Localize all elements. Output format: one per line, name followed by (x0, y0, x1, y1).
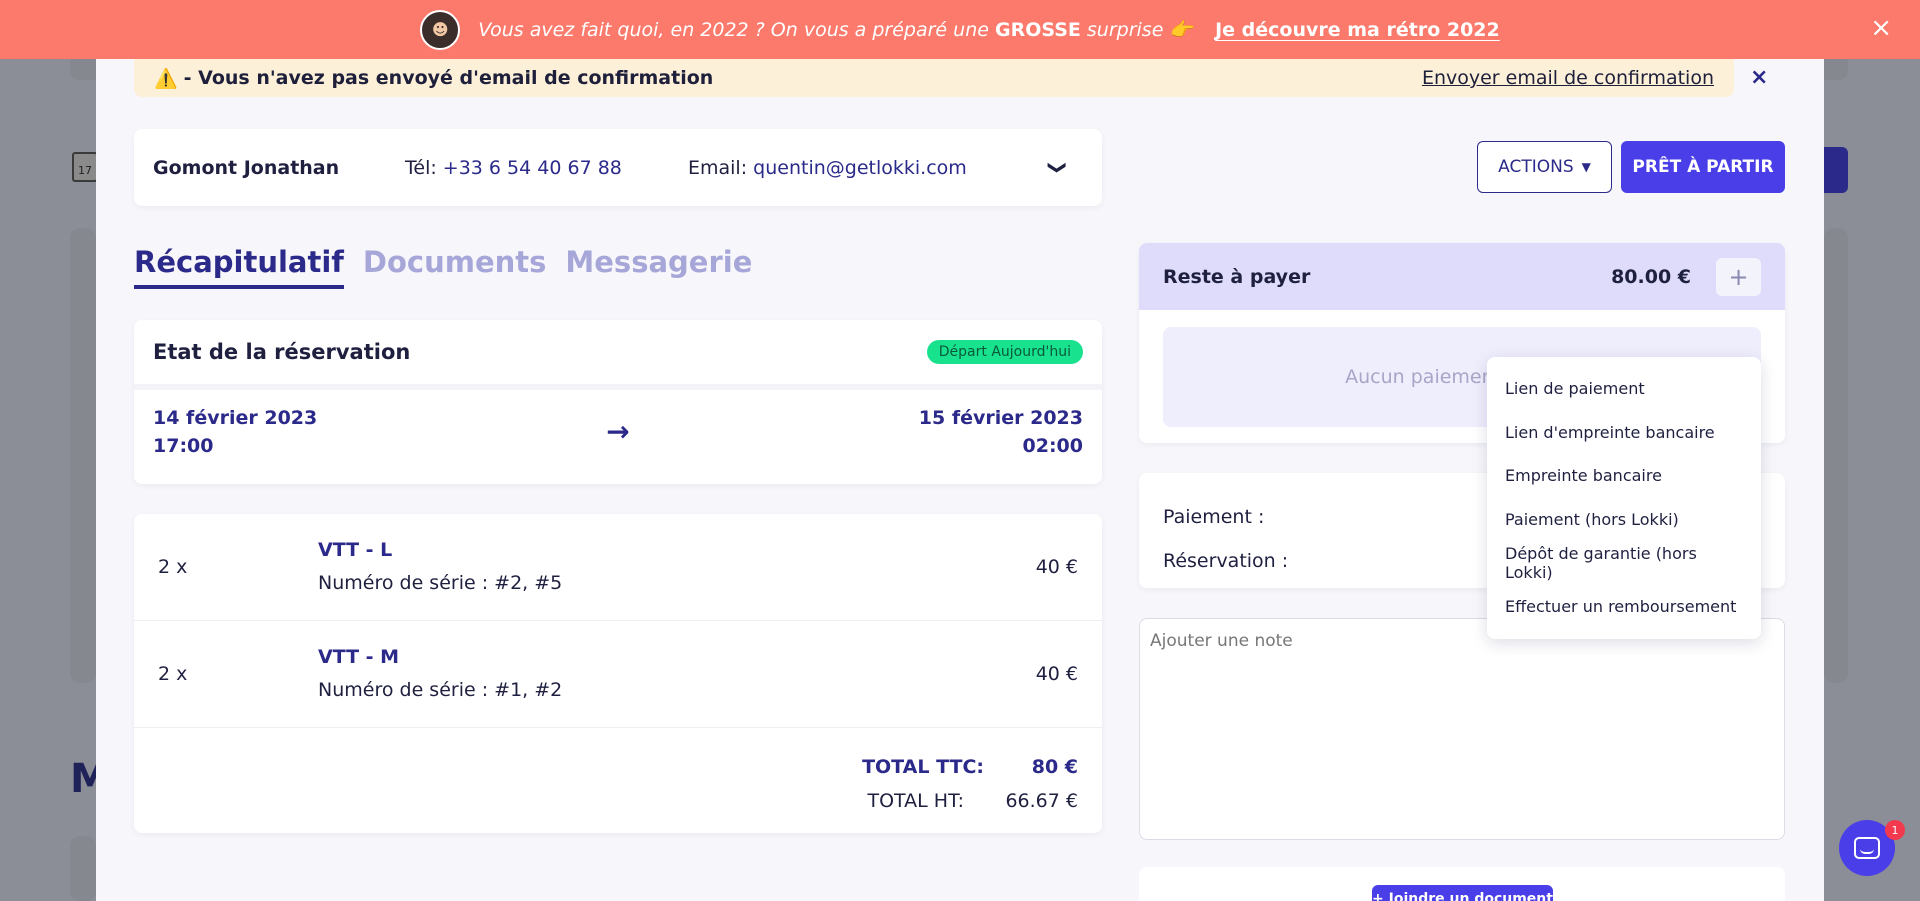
tab-documents[interactable]: Documents (363, 245, 547, 289)
item-price: 40 € (1035, 556, 1078, 578)
item-name: VTT - M (318, 646, 400, 668)
tab-messagerie[interactable]: Messagerie (565, 245, 752, 289)
totals: TOTAL TTC: 80 € TOTAL HT: 66.67 € (134, 728, 1102, 818)
chat-icon (1854, 837, 1880, 859)
client-phone: Tél: +33 6 54 40 67 88 (405, 157, 688, 179)
reservation-modal: ⚠️ - Vous n'avez pas envoyé d'email de c… (96, 59, 1824, 901)
status-badge: Départ Aujourd'hui (926, 340, 1083, 364)
email-label: Email: (688, 156, 754, 179)
calendar-icon: 17 (72, 152, 98, 182)
reservation-state-card: Etat de la réservation Départ Aujourd'hu… (134, 320, 1102, 484)
remaining-amount: 80.00 € (1611, 265, 1691, 288)
actions-label: ACTIONS (1498, 157, 1574, 177)
banner-message: Vous avez fait quoi, en 2022 ? On vous a… (478, 18, 1193, 41)
ready-to-go-button[interactable]: PRÊT À PARTIR (1621, 141, 1785, 193)
item-price: 40 € (1035, 663, 1078, 685)
total-ttc-row: TOTAL TTC: 80 € (134, 750, 1078, 784)
payment-header: Reste à payer 80.00 € (1139, 243, 1785, 310)
item-row: 2 x VTT - L Numéro de série : #2, #5 40 … (134, 514, 1102, 621)
add-payment-button[interactable]: + (1716, 258, 1761, 296)
phone-label: Tél: (405, 156, 443, 179)
tab-bar: Récapitulatif Documents Messagerie (134, 245, 752, 289)
menu-item-card-imprint[interactable]: Empreinte bancaire (1487, 454, 1761, 498)
reservation-state-title: Etat de la réservation (153, 340, 411, 364)
confirmation-warning: ⚠️ - Vous n'avez pas envoyé d'email de c… (134, 59, 1734, 97)
reservation-state-header: Etat de la réservation Départ Aujourd'hu… (134, 320, 1102, 390)
start-date: 14 février 2023 (153, 407, 318, 429)
item-qty: 2 x (158, 556, 188, 578)
total-ttc-value: 80 € (1031, 756, 1078, 778)
warning-icon: ⚠️ (154, 67, 178, 90)
close-icon[interactable]: × (1750, 59, 1768, 97)
total-ttc-label: TOTAL TTC: (862, 756, 984, 778)
arrow-right-icon: → (606, 415, 630, 448)
start-datetime: 14 février 2023 17:00 (153, 404, 463, 460)
actions-button[interactable]: ACTIONS ▼ (1477, 141, 1612, 193)
item-serial: Numéro de série : #1, #2 (318, 679, 563, 701)
background-panel (70, 836, 96, 901)
total-ht-label: TOTAL HT: (867, 790, 964, 812)
client-info-bar: Gomont Jonathan Tél: +33 6 54 40 67 88 E… (134, 129, 1102, 206)
chevron-down-icon[interactable]: ❯ (1047, 160, 1068, 175)
end-time: 02:00 (1022, 435, 1083, 457)
background-panel (1824, 228, 1848, 683)
menu-item-offline-payment[interactable]: Paiement (hors Lokki) (1487, 498, 1761, 542)
end-datetime: 15 février 2023 02:00 (773, 404, 1083, 460)
client-email: Email: quentin@getlokki.com (688, 157, 1048, 179)
notification-badge: 1 (1885, 820, 1905, 840)
remaining-label: Reste à payer (1163, 265, 1311, 288)
end-date: 15 février 2023 (918, 407, 1083, 429)
total-ht-value: 66.67 € (1005, 790, 1078, 812)
send-confirmation-link[interactable]: Envoyer email de confirmation (1422, 67, 1714, 89)
item-qty: 2 x (158, 663, 188, 685)
menu-item-card-imprint-link[interactable]: Lien d'empreinte bancaire (1487, 411, 1761, 455)
payment-actions-dropdown: Lien de paiement Lien d'empreinte bancai… (1487, 357, 1761, 639)
item-row: 2 x VTT - M Numéro de série : #1, #2 40 … (134, 621, 1102, 728)
item-serial: Numéro de série : #2, #5 (318, 572, 563, 594)
promo-banner: ☻ Vous avez fait quoi, en 2022 ? On vous… (0, 0, 1920, 59)
total-ht-row: TOTAL HT: 66.67 € (134, 784, 1078, 818)
person-avatar-icon: ☻ (420, 9, 461, 50)
item-info: VTT - L Numéro de série : #2, #5 (318, 534, 1036, 600)
warning-text: - Vous n'avez pas envoyé d'email de conf… (183, 67, 714, 89)
background-panel (70, 228, 96, 683)
item-info: VTT - M Numéro de série : #1, #2 (318, 641, 1036, 707)
phone-value[interactable]: +33 6 54 40 67 88 (443, 157, 622, 179)
items-card: 2 x VTT - L Numéro de série : #2, #5 40 … (134, 514, 1102, 833)
banner-message-prefix: Vous avez fait quoi, en 2022 ? On vous a… (478, 19, 995, 41)
client-name: Gomont Jonathan (153, 156, 340, 179)
start-time: 17:00 (153, 435, 214, 457)
menu-item-refund[interactable]: Effectuer un remboursement (1487, 585, 1761, 629)
retro-link[interactable]: Je découvre ma rétro 2022 (1215, 19, 1500, 41)
menu-item-deposit[interactable]: Dépôt de garantie (hors Lokki) (1487, 541, 1761, 585)
item-name: VTT - L (318, 539, 393, 561)
email-value[interactable]: quentin@getlokki.com (753, 157, 967, 179)
tab-recapitulatif[interactable]: Récapitulatif (134, 245, 344, 289)
close-icon[interactable]: × (1870, 14, 1892, 42)
note-textarea[interactable]: Ajouter une note (1139, 618, 1785, 840)
attach-document-button[interactable]: + Joindre un document (1372, 885, 1553, 901)
banner-message-suffix: surprise 👉 (1080, 19, 1194, 41)
banner-message-bold: GROSSE (994, 19, 1081, 41)
caret-down-icon: ▼ (1581, 160, 1591, 174)
reservation-dates: 14 février 2023 17:00 → 15 février 2023 … (134, 390, 1102, 460)
menu-item-payment-link[interactable]: Lien de paiement (1487, 367, 1761, 411)
